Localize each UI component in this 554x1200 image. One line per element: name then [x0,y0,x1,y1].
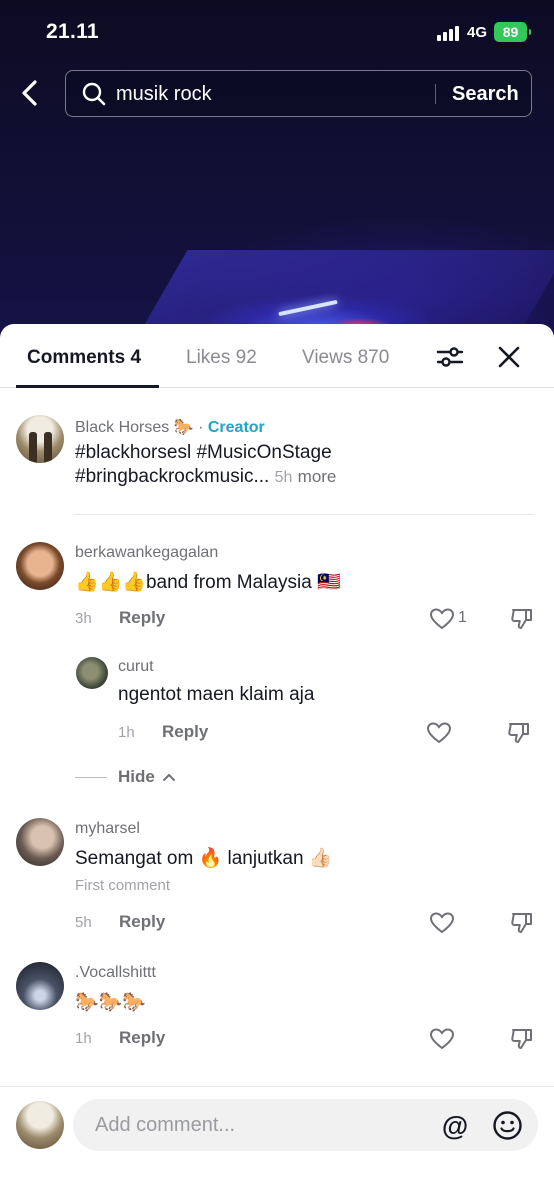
comment-username[interactable]: curut [118,658,154,676]
comment-time: 3h [75,610,92,627]
hide-label: Hide [118,767,155,786]
first-comment-note: First comment [75,877,171,894]
heart-icon[interactable] [429,607,455,631]
dislike-icon[interactable] [509,1026,535,1052]
search-input[interactable]: musik rock [116,83,212,106]
creator-badge: Creator [207,419,265,436]
status-bar: 21.11 4G 89 [0,0,554,66]
signal-icon [437,26,463,41]
mention-button[interactable]: @ [440,1111,470,1141]
creator-avatar[interactable] [16,415,64,463]
heart-icon[interactable] [429,911,455,935]
creator-caption-line-2: #bringbackrockmusic... 5h more [75,466,336,488]
creator-caption-line-1: #blackhorsesl #MusicOnStage [75,442,332,463]
comment-time: 5h [75,914,92,931]
tab-likes[interactable]: Likes 92 [186,347,257,369]
reply-button[interactable]: Reply [119,1028,165,1048]
search-button[interactable]: Search [452,83,519,106]
back-icon [22,80,37,106]
dislike-icon[interactable] [509,606,535,632]
battery-icon: 89 [494,22,531,42]
comment-input[interactable] [95,1099,425,1151]
comment-time: 1h [118,724,135,741]
avatar[interactable] [16,962,64,1010]
creator-username-line: Black Horses 🐎 · Creator [75,417,265,437]
tab-bar: Comments 4 Likes 92 Views 870 [0,324,554,388]
search-icon [82,82,106,106]
tab-comments[interactable]: Comments 4 [27,347,141,369]
like-count: 1 [458,609,467,626]
search-divider [435,84,436,104]
emoji-icon[interactable] [492,1110,523,1141]
dislike-icon[interactable] [506,720,532,746]
comments-sheet: Comments 4 Likes 92 Views 870 Black Hors… [0,324,554,1200]
comment-input-box[interactable]: @ [73,1099,538,1151]
hide-divider [75,777,107,778]
avatar[interactable] [16,542,64,590]
reply-button[interactable]: Reply [119,912,165,932]
avatar[interactable] [16,818,64,866]
hide-replies-button[interactable]: Hide [118,767,176,787]
status-time: 21.11 [46,20,99,43]
creator-caption-text: #bringbackrockmusic... [75,466,270,487]
my-avatar[interactable] [16,1101,64,1149]
comment-text: 🐎🐎🐎 [75,992,146,1013]
heart-icon[interactable] [426,721,452,745]
tab-views[interactable]: Views 870 [302,347,389,369]
avatar[interactable] [76,657,108,689]
battery-level: 89 [502,24,519,40]
divider [75,514,533,515]
dislike-icon[interactable] [509,910,535,936]
active-tab-indicator [16,385,159,388]
back-button[interactable] [14,76,48,110]
comment-text: ngentot maen klaim aja [118,684,315,705]
close-icon[interactable] [497,345,521,369]
comment-username[interactable]: berkawankegagalan [75,544,218,562]
chevron-up-icon [162,773,175,781]
comment-username[interactable]: myharsel [75,820,140,838]
creator-username[interactable]: Black Horses 🐎 [75,419,194,436]
search-bar[interactable]: musik rock Search [65,70,532,117]
network-type: 4G [467,24,488,41]
creator-separator: · [198,419,204,436]
comment-composer: @ [0,1086,554,1200]
filter-icon[interactable] [436,344,464,370]
more-link[interactable]: more [298,467,337,486]
reply-button[interactable]: Reply [119,608,165,628]
heart-icon[interactable] [429,1027,455,1051]
comment-time: 1h [75,1030,92,1047]
reply-button[interactable]: Reply [162,722,208,742]
comment-text: Semangat om 🔥 lanjutkan 👍🏻 [75,848,333,869]
creator-post-time: 5h [274,469,293,486]
comment-text: 👍👍👍band from Malaysia 🇲🇾 [75,572,341,593]
comment-username[interactable]: .Vocallshittt [75,964,156,982]
